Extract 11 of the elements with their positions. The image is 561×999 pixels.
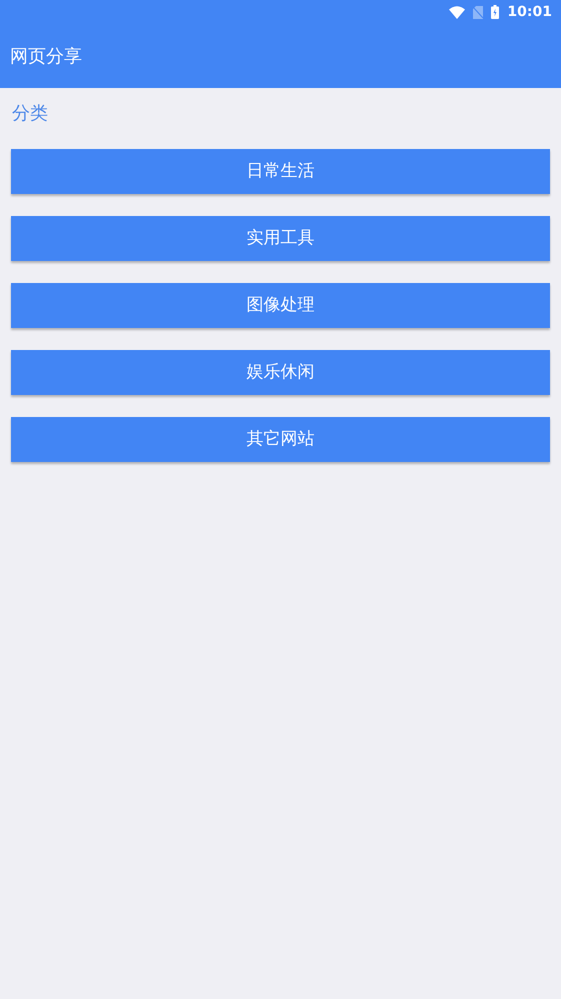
category-button[interactable]: 图像处理 (11, 283, 550, 328)
wifi-icon (449, 6, 466, 18)
app-bar-title: 网页分享 (10, 44, 82, 68)
category-button[interactable]: 娱乐休闲 (11, 350, 550, 395)
section-label: 分类 (12, 103, 48, 124)
category-button[interactable]: 日常生活 (11, 149, 550, 194)
category-button[interactable]: 实用工具 (11, 216, 550, 261)
status-time: 10:01 (507, 2, 552, 22)
no-sim-icon (473, 6, 484, 18)
category-button[interactable]: 其它网站 (11, 417, 550, 462)
battery-icon (491, 5, 500, 19)
